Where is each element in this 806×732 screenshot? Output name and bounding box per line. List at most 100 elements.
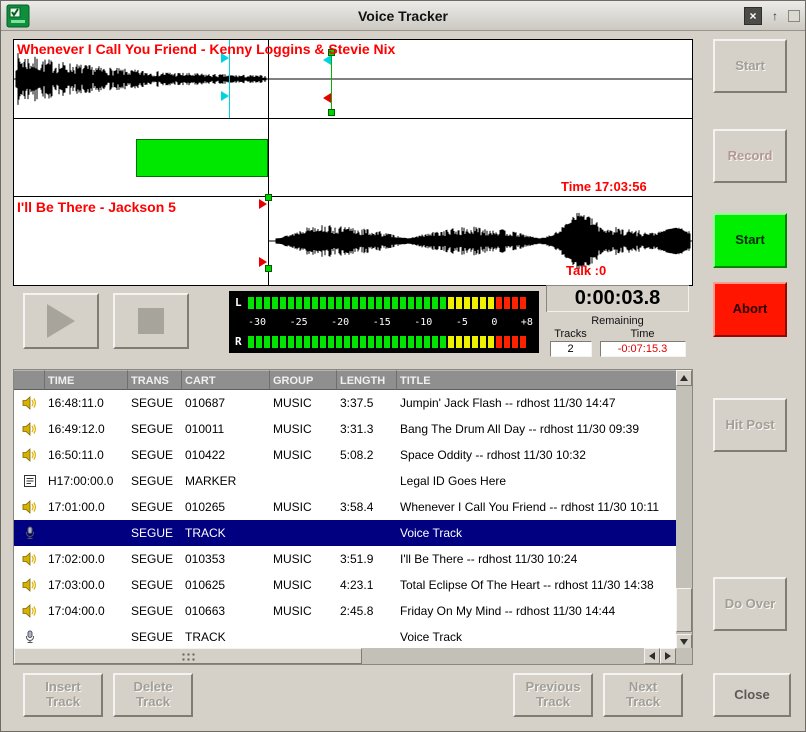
voice-tracker-window: Voice Tracker × ↑	[0, 0, 806, 732]
stop-button[interactable]	[113, 293, 189, 349]
meter-segment	[328, 336, 334, 348]
previous-track-button[interactable]: Previous Track	[513, 673, 593, 717]
close-button[interactable]: Close	[713, 673, 791, 717]
titlebar[interactable]: Voice Tracker × ↑	[1, 1, 805, 31]
horizontal-scroll-thumb[interactable]	[14, 648, 362, 664]
table-row[interactable]: 16:49:12.0SEGUE010011MUSIC3:31.3Bang The…	[14, 416, 676, 442]
meter-segment	[360, 297, 366, 309]
voicetrack-region[interactable]	[136, 139, 268, 177]
do-over-button[interactable]: Do Over	[713, 577, 787, 631]
speaker-icon	[14, 500, 45, 514]
header-icon-column[interactable]	[14, 370, 45, 390]
cell-length: 5:08.2	[337, 448, 397, 462]
meter-segment	[504, 297, 510, 309]
cell-cart: TRACK	[182, 630, 270, 644]
meter-segment	[432, 336, 438, 348]
meter-segment	[376, 336, 382, 348]
meter-segment	[288, 297, 294, 309]
start-track2-button[interactable]: Start	[713, 213, 787, 268]
table-row[interactable]: 17:03:00.0SEGUE010625MUSIC4:23.1Total Ec…	[14, 572, 676, 598]
cell-cart: 010625	[182, 578, 270, 592]
meter-segment	[496, 297, 502, 309]
scroll-left-button[interactable]	[644, 648, 660, 664]
meter-segment	[272, 297, 278, 309]
header-cart[interactable]: CART	[182, 370, 270, 390]
table-row[interactable]: 16:50:11.0SEGUE010422MUSIC5:08.2Space Od…	[14, 442, 676, 468]
meter-segment	[392, 336, 398, 348]
table-row[interactable]: H17:00:00.0SEGUEMARKERLegal ID Goes Here	[14, 468, 676, 494]
cell-title: Space Oddity -- rdhost 11/30 10:32	[397, 448, 676, 462]
cell-length: 4:23.1	[337, 578, 397, 592]
meter-segment	[296, 336, 302, 348]
track1-title: Whenever I Call You Friend - Kenny Loggi…	[17, 41, 395, 57]
horizontal-scrollbar[interactable]	[14, 648, 676, 664]
table-row[interactable]: 17:04:00.0SEGUE010663MUSIC2:45.8Friday O…	[14, 598, 676, 624]
delete-track-button[interactable]: Delete Track	[113, 673, 193, 717]
close-window-icon[interactable]: ×	[744, 7, 762, 25]
meter-segment	[272, 336, 278, 348]
speaker-icon	[14, 578, 45, 592]
meter-segment	[360, 336, 366, 348]
segue-marker-handle[interactable]	[323, 93, 331, 103]
speaker-icon	[14, 422, 45, 436]
start-track1-button[interactable]: Start	[713, 39, 787, 93]
header-group[interactable]: GROUP	[270, 370, 337, 390]
meter-segment	[472, 297, 478, 309]
header-time[interactable]: TIME	[45, 370, 128, 390]
meter-segment	[256, 336, 262, 348]
meter-segment	[376, 297, 382, 309]
meter-scale-tick: -25	[290, 317, 308, 328]
track2-start-marker[interactable]	[268, 40, 269, 285]
meter-segment	[408, 336, 414, 348]
insert-track-button[interactable]: Insert Track	[23, 673, 103, 717]
shade-window-icon[interactable]	[788, 10, 800, 22]
cell-cart: 010663	[182, 604, 270, 618]
cell-trans: SEGUE	[128, 448, 182, 462]
meter-segment	[456, 297, 462, 309]
meter-segment	[328, 297, 334, 309]
header-title[interactable]: TITLE	[397, 370, 676, 390]
meter-scale-tick: -5	[456, 317, 468, 328]
maximize-window-icon[interactable]: ↑	[766, 7, 784, 25]
header-length[interactable]: LENGTH	[337, 370, 397, 390]
meter-segment	[424, 297, 430, 309]
header-trans[interactable]: TRANS	[128, 370, 182, 390]
segue-marker-handle[interactable]	[328, 109, 335, 116]
scroll-up-button[interactable]	[676, 370, 692, 386]
segue-marker-line[interactable]	[331, 51, 332, 115]
playlist-body: 16:48:11.0SEGUE010687MUSIC3:37.5Jumpin' …	[14, 390, 676, 648]
table-row[interactable]: SEGUETRACKVoice Track	[14, 520, 676, 546]
meter-segment	[448, 297, 454, 309]
cell-title: I'll Be There -- rdhost 11/30 10:24	[397, 552, 676, 566]
vertical-scrollbar[interactable]	[676, 370, 692, 650]
track2-start-handle[interactable]	[265, 194, 272, 201]
cell-trans: SEGUE	[128, 578, 182, 592]
table-row[interactable]: 17:02:00.0SEGUE010353MUSIC3:51.9I'll Be …	[14, 546, 676, 572]
meter-segment	[488, 297, 494, 309]
meter-segment	[400, 336, 406, 348]
meter-right-bar	[248, 336, 533, 348]
meter-scale-tick: -15	[373, 317, 391, 328]
cell-length: 3:51.9	[337, 552, 397, 566]
cell-group: MUSIC	[270, 604, 337, 618]
meter-segment	[352, 336, 358, 348]
track2-start-handle[interactable]	[265, 265, 272, 272]
meter-segment	[352, 297, 358, 309]
cell-title: Jumpin' Jack Flash -- rdhost 11/30 14:47	[397, 396, 676, 410]
table-row[interactable]: 17:01:00.0SEGUE010265MUSIC3:58.4Whenever…	[14, 494, 676, 520]
cell-time: 16:50:11.0	[45, 448, 128, 462]
fade-marker-handle[interactable]	[221, 91, 229, 101]
record-button[interactable]: Record	[713, 129, 787, 183]
play-button[interactable]	[23, 293, 99, 349]
scroll-right-button[interactable]	[660, 648, 676, 664]
meter-segment	[304, 297, 310, 309]
vertical-scroll-thumb[interactable]	[676, 588, 692, 632]
cell-time: 17:02:00.0	[45, 552, 128, 566]
next-track-button[interactable]: Next Track	[603, 673, 683, 717]
table-row[interactable]: 16:48:11.0SEGUE010687MUSIC3:37.5Jumpin' …	[14, 390, 676, 416]
meter-segment	[504, 336, 510, 348]
remaining-tracks-value: 2	[550, 341, 592, 357]
abort-button[interactable]: Abort	[713, 282, 787, 337]
table-row[interactable]: SEGUETRACKVoice Track	[14, 624, 676, 648]
hit-post-button[interactable]: Hit Post	[713, 398, 787, 452]
